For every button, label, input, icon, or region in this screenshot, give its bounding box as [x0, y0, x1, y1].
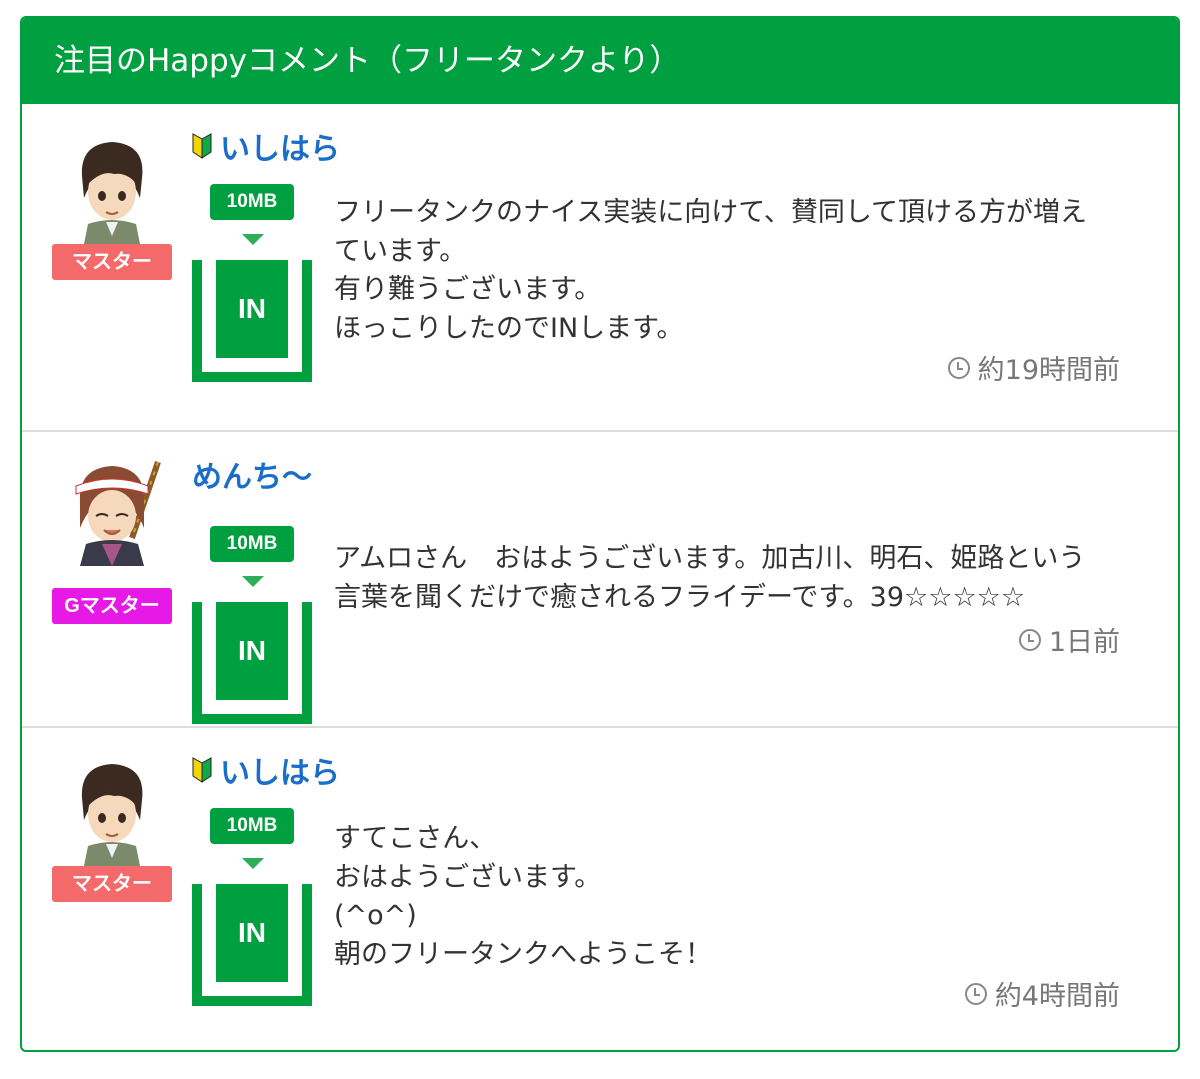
user-name: いしはら	[220, 756, 340, 791]
comment-line: (^o^)	[334, 900, 417, 931]
user-name-link[interactable]: いしはら	[192, 748, 340, 792]
panel-title: 注目のHappyコメント（フリータンクより）	[22, 18, 1178, 104]
comment-text: アムロさん おはようございます。加古川、明石、姫路という 言葉を聞くだけで癒され…	[334, 540, 1134, 617]
clock-icon	[947, 356, 970, 379]
comment-entry: Gマスター めんち〜 10MB IN アムロさん おはようございます。加古川、明…	[22, 430, 1178, 726]
down-arrow-icon	[242, 858, 264, 869]
comment-line: 朝のフリータンクへようこそ！	[334, 938, 712, 970]
beginner-mark-icon	[192, 757, 212, 783]
avatar[interactable]	[62, 136, 162, 244]
comment-line: ています。	[334, 235, 467, 267]
down-arrow-icon	[242, 576, 264, 587]
in-button[interactable]: IN	[192, 884, 312, 1006]
beginner-mark-icon	[192, 133, 212, 159]
comment-text: フリータンクのナイス実装に向けて、賛同して頂ける方が増え ています。 有り難うご…	[334, 194, 1134, 348]
clock-icon	[1018, 628, 1041, 651]
avatar[interactable]	[62, 458, 162, 566]
rank-badge: マスター	[52, 866, 172, 902]
avatar[interactable]	[62, 758, 162, 866]
comment-line: 言葉を聞くだけで癒されるフライデーです。39☆☆☆☆☆	[334, 581, 1026, 613]
in-button-label: IN	[216, 602, 288, 700]
timestamp: 1日前	[1018, 620, 1120, 659]
size-tag: 10MB	[210, 808, 294, 844]
timestamp: 約4時間前	[964, 974, 1120, 1013]
comment-entry: マスター いしはら 10MB IN すてこさん、 おはようございます。 (^o^…	[22, 726, 1178, 1050]
comment-line: 有り難うございます。	[334, 274, 602, 305]
happy-comments-panel: 注目のHappyコメント（フリータンクより） マスター いしはら 10MB IN	[20, 16, 1180, 1052]
comment-line: ほっこりしたのでINします。	[334, 312, 684, 344]
size-tag: 10MB	[210, 184, 294, 220]
clock-icon	[964, 982, 987, 1005]
rank-badge: Gマスター	[52, 588, 172, 624]
down-arrow-icon	[242, 234, 264, 245]
in-button[interactable]: IN	[192, 260, 312, 382]
size-tag: 10MB	[210, 526, 294, 562]
in-button-label: IN	[216, 884, 288, 982]
user-name-link[interactable]: いしはら	[192, 124, 340, 168]
user-name-link[interactable]: めんち〜	[192, 452, 312, 496]
comment-line: すてこさん、	[334, 823, 497, 854]
comment-line: アムロさん おはようございます。加古川、明石、姫路という	[334, 543, 1086, 574]
timestamp-text: 1日前	[1048, 627, 1120, 658]
user-name: めんち〜	[192, 460, 312, 495]
comment-entry: マスター いしはら 10MB IN フリータンクのナイス実装に向けて、賛同して頂…	[22, 104, 1178, 430]
timestamp-text: 約19時間前	[977, 355, 1120, 386]
timestamp: 約19時間前	[947, 348, 1120, 387]
timestamp-text: 約4時間前	[994, 981, 1120, 1012]
in-button-label: IN	[216, 260, 288, 358]
in-button[interactable]: IN	[192, 602, 312, 724]
rank-badge: マスター	[52, 244, 172, 280]
comment-line: おはようございます。	[334, 861, 602, 893]
comment-text: すてこさん、 おはようございます。 (^o^) 朝のフリータンクへようこそ！	[334, 820, 1134, 974]
comment-line: フリータンクのナイス実装に向けて、賛同して頂ける方が増え	[334, 197, 1088, 228]
user-name: いしはら	[220, 132, 340, 167]
